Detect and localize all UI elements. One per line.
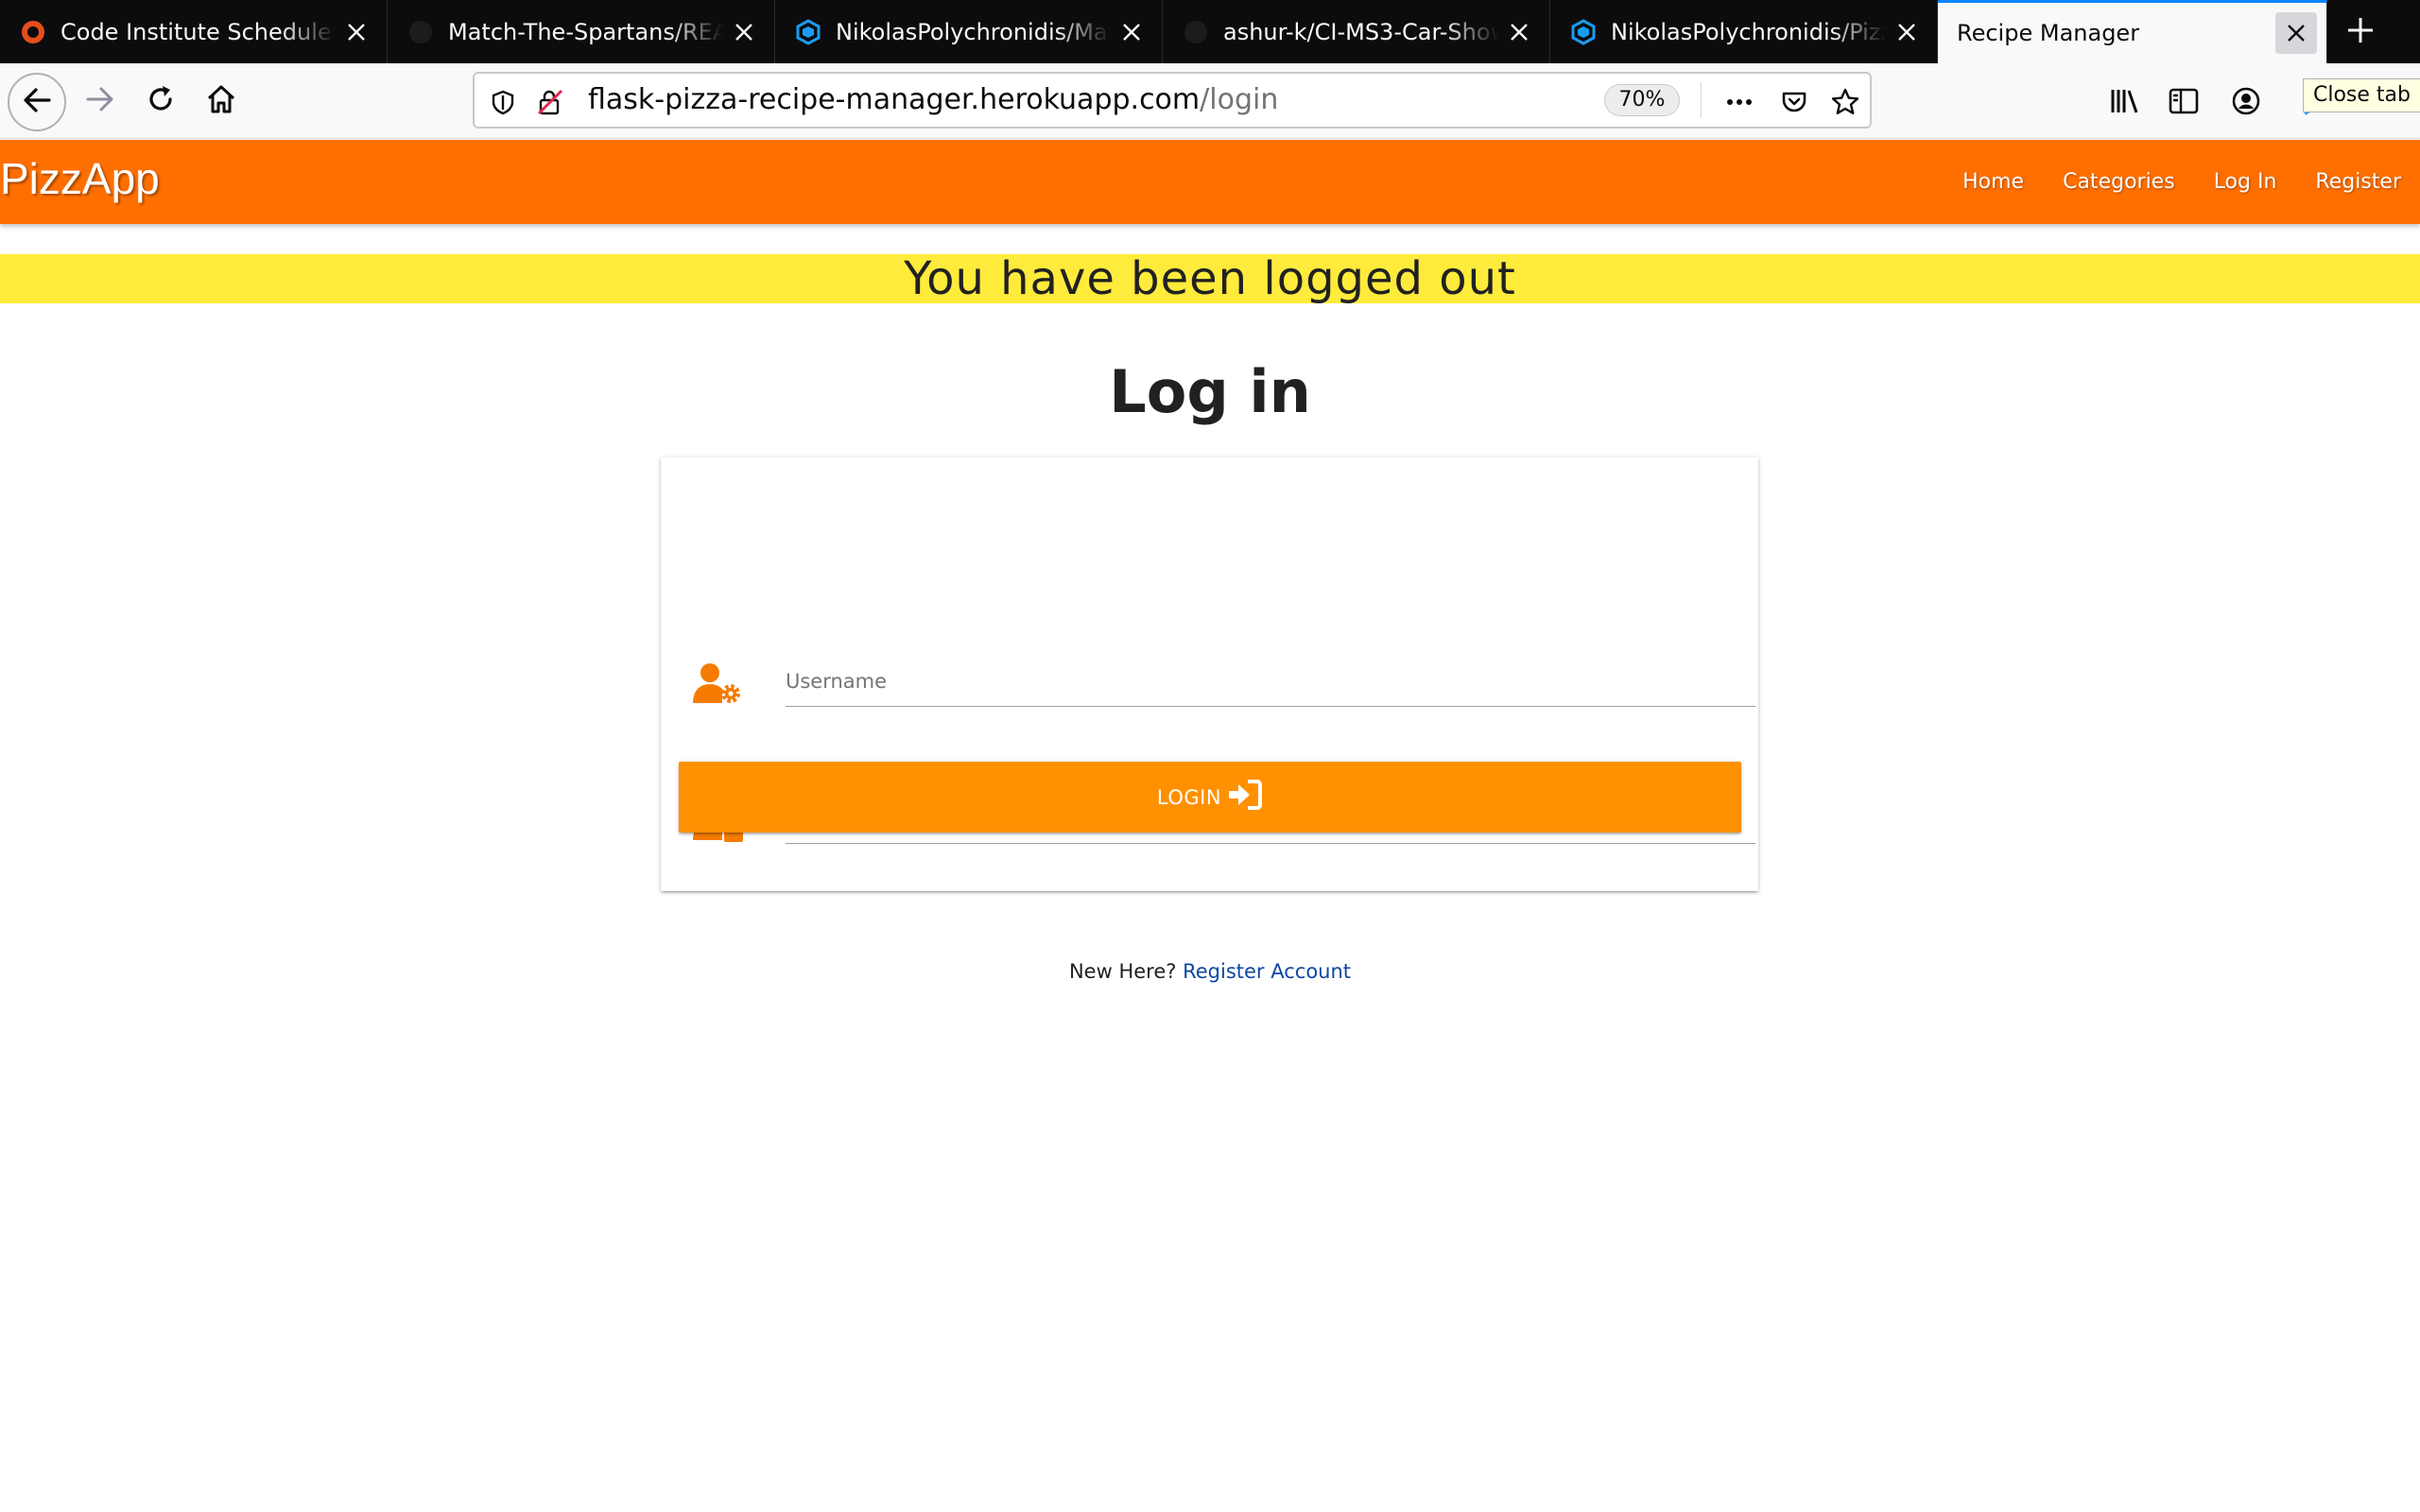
tab-car-showroom[interactable]: ashur-k/CI-MS3-Car-Showroom <box>1163 0 1550 63</box>
close-tab-icon[interactable] <box>2275 12 2317 54</box>
tab-title: ashur-k/CI-MS3-Car-Showroom <box>1223 18 1498 45</box>
close-tab-icon[interactable] <box>1886 11 1927 53</box>
close-tab-icon[interactable] <box>1111 11 1152 53</box>
register-prompt: New Here? Register Account <box>0 960 2420 983</box>
navigation-toolbar: flask-pizza-recipe-manager.herokuapp.com… <box>0 63 2420 139</box>
login-button-label: LOGIN <box>1156 785 1222 809</box>
reload-button[interactable] <box>134 75 187 128</box>
library-icon[interactable] <box>2108 84 2142 118</box>
plus-icon <box>2345 15 2376 49</box>
nav-link-categories[interactable]: Categories <box>2063 170 2175 194</box>
tab-gitpod-match[interactable]: NikolasPolychronidis/Match-The-Spartans <box>775 0 1163 63</box>
gitpod-icon <box>1569 18 1598 46</box>
tab-gitpod-pizza[interactable]: NikolasPolychronidis/Pizza-Recipe-Manage… <box>1550 0 1938 63</box>
url-bar-divider <box>1701 82 1702 118</box>
url-path: /login <box>1200 83 1279 116</box>
page-actions-menu-icon[interactable] <box>1722 85 1756 119</box>
tab-title: NikolasPolychronidis/Match-The-Spartans <box>836 18 1111 45</box>
pocket-icon[interactable] <box>1777 85 1811 119</box>
tab-code-institute[interactable]: Code Institute Schedule Generator <box>0 0 388 63</box>
flash-message: You have been logged out <box>904 252 1516 305</box>
forward-button[interactable] <box>74 75 127 128</box>
sidebar-toggle-icon[interactable] <box>2167 84 2201 118</box>
zoom-level-badge[interactable]: 70% <box>1604 84 1680 116</box>
register-prompt-text: New Here? <box>1068 960 1177 983</box>
url-host: flask-pizza-recipe-manager.herokuapp.com <box>588 83 1201 116</box>
github-icon <box>406 18 435 46</box>
url-text[interactable]: flask-pizza-recipe-manager.herokuapp.com… <box>588 74 1278 127</box>
bookmark-star-icon[interactable] <box>1828 85 1862 119</box>
username-field <box>693 643 1755 718</box>
forward-arrow-icon <box>84 83 116 119</box>
gitpod-icon <box>794 18 822 46</box>
code-institute-icon <box>19 18 47 46</box>
close-tab-icon[interactable] <box>336 11 377 53</box>
back-arrow-icon <box>21 84 53 120</box>
reload-icon <box>145 83 177 119</box>
close-tab-icon[interactable] <box>1498 11 1540 53</box>
nav-link-home[interactable]: Home <box>1962 170 2024 194</box>
flash-message-banner: You have been logged out <box>0 254 2420 303</box>
tracking-shield-icon[interactable] <box>486 85 520 119</box>
tab-recipe-manager[interactable]: Recipe Manager <box>1938 0 2327 63</box>
user-cog-icon <box>693 662 746 709</box>
tab-title: Code Institute Schedule Generator <box>60 18 336 45</box>
nav-link-login[interactable]: Log In <box>2214 170 2277 194</box>
nav-link-register[interactable]: Register <box>2315 170 2401 194</box>
home-button[interactable] <box>195 75 248 128</box>
tab-title: Match-The-Spartans/README.md <box>448 18 723 45</box>
account-icon[interactable] <box>2229 84 2263 118</box>
login-form-card: LOGIN <box>661 457 1758 891</box>
tab-title: NikolasPolychronidis/Pizza-Recipe-Manage… <box>1611 18 1886 45</box>
sign-in-icon <box>1227 779 1263 811</box>
tab-match-the-spartans-readme[interactable]: Match-The-Spartans/README.md <box>388 0 775 63</box>
url-bar[interactable]: flask-pizza-recipe-manager.herokuapp.com… <box>473 72 1872 129</box>
back-button[interactable] <box>8 73 66 131</box>
site-navbar: PizzApp Home Categories Log In Register <box>0 140 2420 224</box>
page-content: PizzApp Home Categories Log In Register … <box>0 140 2420 1512</box>
close-tab-tooltip: Close tab <box>2303 78 2420 112</box>
page-title: Log in <box>1109 357 1311 426</box>
home-icon <box>205 83 237 119</box>
register-account-link[interactable]: Register Account <box>1183 960 1351 983</box>
username-input[interactable] <box>786 656 1755 707</box>
brand-logo[interactable]: PizzApp <box>0 153 160 204</box>
close-tab-icon[interactable] <box>723 11 765 53</box>
login-button[interactable]: LOGIN <box>679 762 1741 833</box>
tab-strip: Code Institute Schedule Generator Match-… <box>0 0 2420 63</box>
nav-links: Home Categories Log In Register <box>1924 140 2401 224</box>
tab-title: Recipe Manager <box>1957 20 2140 46</box>
github-icon <box>1182 18 1210 46</box>
new-tab-button[interactable] <box>2327 0 2394 63</box>
insecure-lock-icon[interactable] <box>533 85 567 119</box>
